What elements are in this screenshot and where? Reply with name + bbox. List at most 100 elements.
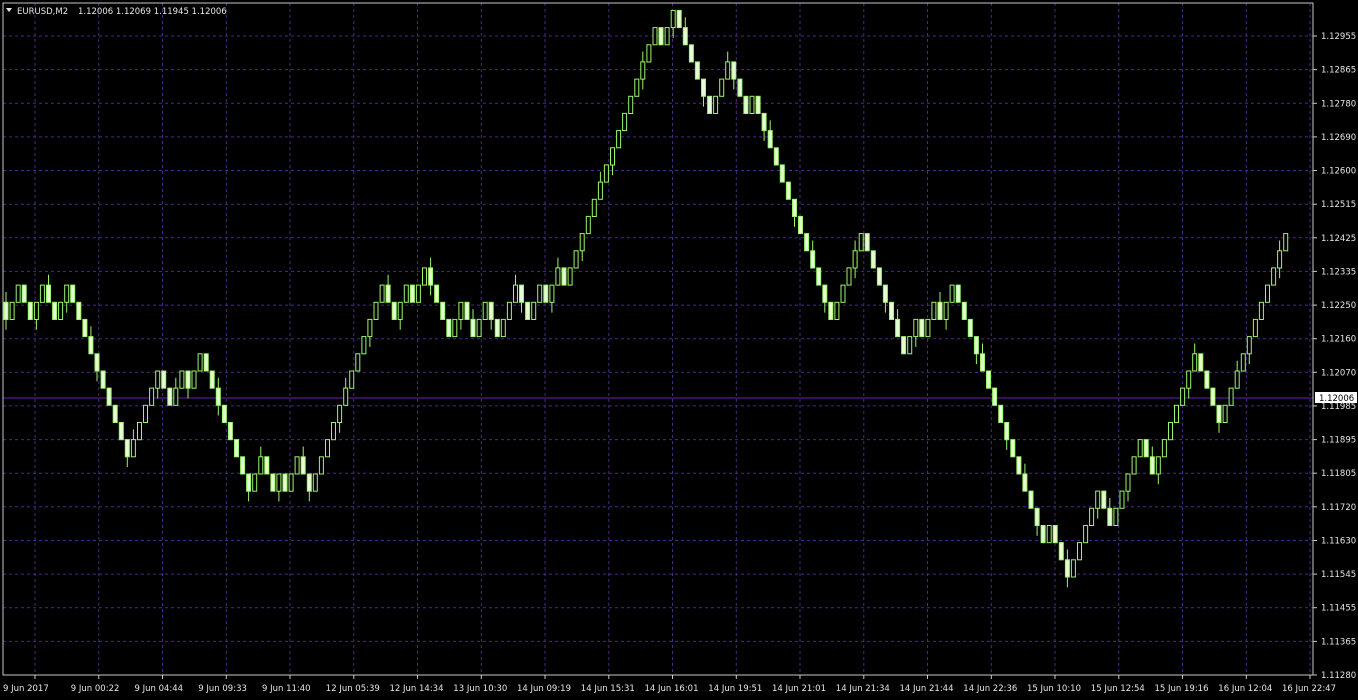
candle [967, 318, 973, 338]
candle-body-bearish [428, 267, 434, 286]
time-axis-label: 14 Jun 16:01 [645, 684, 699, 694]
symbol-timeframe-label: EURUSD,M2 [17, 7, 68, 17]
candle [1161, 439, 1167, 458]
candle-body-bullish [367, 318, 373, 338]
candle [76, 301, 82, 320]
candle [889, 301, 894, 320]
candle [919, 318, 925, 338]
candle [992, 387, 998, 406]
candle-body-bullish [1252, 318, 1258, 338]
candle-body-bullish [39, 284, 45, 303]
candle-body-bearish [488, 301, 494, 320]
candle [846, 267, 852, 286]
candle [422, 267, 427, 286]
time-axis-label: 14 Jun 21:44 [900, 684, 954, 694]
candle-body-bullish [33, 301, 39, 320]
candle [1058, 542, 1064, 561]
candle [646, 44, 652, 63]
price-axis-label: 1.11895 [1321, 436, 1356, 446]
candle [925, 318, 931, 338]
time-axis-label: 9 Jun 04:44 [135, 684, 184, 694]
candle-body-bullish [840, 284, 846, 303]
candle [986, 370, 991, 389]
candle [1180, 387, 1186, 406]
candle-body-bearish [961, 301, 967, 320]
candle-body-bullish [513, 284, 518, 303]
candle [446, 318, 452, 338]
candle-body-bullish [1113, 507, 1119, 526]
candle-body-bearish [1058, 542, 1064, 561]
candle [537, 284, 543, 303]
candle-body-bearish [882, 284, 888, 303]
time-axis-label: 13 Jun 10:30 [453, 684, 507, 694]
candle-body-bullish [1125, 473, 1131, 492]
time-axis-label: 9 Jun 11:40 [262, 684, 311, 694]
candle [858, 233, 864, 252]
candle-body-bullish [1228, 387, 1234, 406]
candle-body-bullish [1089, 507, 1095, 526]
candle-body-bearish [694, 61, 700, 80]
candle-body-bullish [1186, 370, 1192, 389]
candle-body-bearish [779, 164, 785, 183]
candle-body-bullish [858, 233, 864, 252]
candle-body-bullish [531, 301, 537, 320]
candle-body-bearish [1016, 456, 1022, 475]
candle-body-bullish [555, 267, 561, 286]
candle-body-bearish [391, 301, 397, 320]
price-axis-label: 1.12865 [1321, 66, 1356, 76]
candle-body-bullish [506, 301, 512, 320]
candle-body-bearish [658, 27, 664, 46]
time-axis-label: 14 Jun 09:19 [517, 684, 571, 694]
candle [1016, 456, 1022, 475]
candle-body-bearish [464, 301, 470, 320]
candle [525, 301, 531, 320]
candle [840, 284, 846, 303]
candle-body-bullish [1271, 267, 1277, 286]
candle-body-bearish [300, 456, 306, 475]
time-axis-label: 14 Jun 15:31 [581, 684, 635, 694]
candle-body-bearish [876, 267, 882, 286]
candle [779, 164, 785, 183]
time-axis-label: 12 Jun 14:34 [390, 684, 444, 694]
candle [58, 301, 64, 320]
candle-body-bullish [379, 284, 385, 303]
candle [949, 284, 955, 303]
candle [355, 353, 361, 372]
candle [1040, 525, 1046, 544]
candle-body-bullish [1168, 422, 1173, 441]
candle-body-bullish [943, 301, 949, 320]
candle-body-bearish [767, 130, 773, 149]
candle [1210, 387, 1216, 406]
candle-body-bullish [294, 456, 300, 475]
candlestick-chart-svg[interactable]: 1.12955 1.12865 1.12780 1.12690 1.12600 1.125… [0, 0, 1358, 700]
candle-body-bearish [494, 318, 500, 338]
candle-body-bearish [785, 181, 791, 200]
candle-body-bullish [149, 387, 155, 406]
candle-body-bullish [852, 250, 858, 269]
candle [331, 422, 336, 441]
candle [773, 147, 779, 166]
candle [440, 301, 446, 320]
candle [70, 284, 76, 303]
candle-body-bearish [1052, 525, 1058, 544]
candle-body-bullish [567, 267, 573, 286]
candle-body-bearish [1028, 490, 1034, 509]
candle-body-bullish [1192, 353, 1198, 372]
candle-body-bullish [361, 336, 367, 355]
candle-body-bearish [828, 301, 834, 320]
candle [476, 318, 482, 338]
candle [349, 370, 355, 389]
candle [1010, 439, 1016, 458]
candle [1143, 439, 1149, 458]
candle-body-bearish [1198, 353, 1204, 372]
candle-body-bearish [773, 147, 779, 166]
candle-body-bearish [440, 301, 446, 320]
candle-body-bullish [1222, 404, 1228, 423]
candle [221, 404, 227, 423]
price-chart[interactable]: 1.12955 1.12865 1.12780 1.12690 1.12600 1.125… [0, 0, 1358, 700]
candle-body-bullish [325, 439, 330, 458]
candle-body-bearish [1064, 559, 1070, 578]
candle-body-bearish [901, 336, 907, 355]
candle-body-bearish [980, 353, 985, 372]
candle-body-bearish [1010, 439, 1016, 458]
